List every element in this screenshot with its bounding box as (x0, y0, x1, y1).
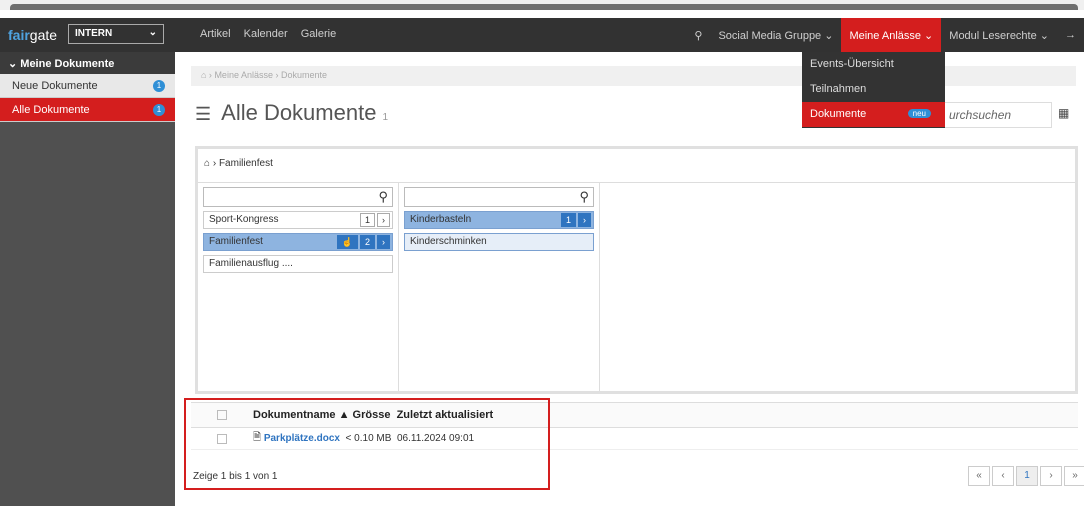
chevron-right-icon[interactable]: › (578, 213, 591, 227)
page-1-button[interactable]: 1 (1016, 466, 1038, 486)
chevron-down-icon: ⌄ (148, 27, 157, 38)
last-page-button[interactable]: » (1064, 466, 1084, 486)
first-page-button[interactable]: « (968, 466, 990, 486)
folder-row[interactable]: Kinderschminken (404, 233, 594, 251)
prev-page-button[interactable]: ‹ (992, 466, 1014, 486)
folder-label: Sport-Kongress (209, 214, 279, 225)
chevron-right-icon[interactable]: › (377, 235, 390, 249)
folder-count: 2 (359, 235, 375, 249)
folder-row[interactable]: Familienfest ☝ 2 › (203, 233, 393, 251)
folder-row[interactable]: Sport-Kongress 1 › (203, 211, 393, 229)
title-strip (10, 4, 1078, 10)
folder-label: Kinderbasteln (410, 214, 472, 225)
logo-b: gate (29, 27, 58, 43)
menu-galerie[interactable]: Galerie (301, 28, 336, 40)
sidebar-item-neue[interactable]: Neue Dokumente 1 (0, 74, 175, 98)
search-icon[interactable]: ⚲ (579, 189, 589, 205)
menu-kalender[interactable]: Kalender (244, 28, 288, 40)
sidebar-title[interactable]: ⌄ Meine Dokumente (0, 52, 175, 74)
search-icon[interactable]: ⚲ (686, 18, 710, 52)
sidebar-item-label: Neue Dokumente (12, 80, 98, 92)
highlight-box (184, 398, 550, 490)
folder-row[interactable]: Familienausflug .... (203, 255, 393, 273)
count-badge: 1 (153, 104, 165, 116)
next-page-button[interactable]: › (1040, 466, 1062, 486)
folder-label: Kinderschminken (410, 236, 487, 247)
search-icon[interactable]: ⚲ (378, 189, 388, 205)
top-nav: fairgate INTERN ⌄ Artikel Kalender Galeri… (0, 18, 1084, 52)
column-search-input[interactable]: ⚲ (404, 187, 594, 207)
explorer-path-text[interactable]: Familienfest (219, 158, 273, 169)
window-top (0, 0, 1084, 10)
sidebar-item-label: Alle Dokumente (12, 104, 90, 116)
nav-modul-leserechte[interactable]: Modul Leserechte ⌄ (941, 18, 1057, 52)
folder-label: Familienausflug .... (209, 258, 293, 269)
pagination: « ‹ 1 › » (968, 466, 1084, 486)
row-controls: 1 › (560, 213, 591, 227)
row-controls: 1 › (359, 213, 390, 227)
logo: fairgate (8, 27, 57, 43)
folder-count: 1 (359, 213, 375, 227)
org-label: INTERN (75, 28, 113, 39)
column-1: ⚲ Sport-Kongress 1 › Familienfest ☝ 2 › Famil… (198, 183, 399, 391)
dropdown-dokumente-label: Dokumente (810, 108, 867, 120)
dropdown-events[interactable]: Events-Übersicht (802, 52, 945, 77)
dropdown-dokumente[interactable]: Dokumente neu (802, 102, 945, 127)
page-title-text: Alle Dokumente (221, 100, 377, 125)
sidebar: ⌄ Meine Dokumente Neue Dokumente 1 Alle D… (0, 52, 175, 506)
menu-artikel[interactable]: Artikel (200, 28, 231, 40)
logo-a: fair (8, 27, 30, 43)
column-2: ⚲ Kinderbasteln 1 › Kinderschminken (399, 183, 600, 391)
dropdown-teilnahmen[interactable]: Teilnahmen (802, 77, 945, 102)
explorer-path: ⌂ › Familienfest (198, 149, 1075, 183)
hand-icon[interactable]: ☝ (336, 235, 358, 249)
folder-row[interactable]: Kinderbasteln 1 › (404, 211, 594, 229)
main-menu: Artikel Kalender Galerie (200, 28, 346, 40)
folder-explorer: ⌂ › Familienfest ⚲ Sport-Kongress 1 › Fami… (195, 146, 1078, 394)
grid-icon[interactable]: ▦ (1058, 106, 1069, 120)
page-title: ☰ Alle Dokumente 1 (195, 100, 388, 126)
folder-count: 1 (560, 213, 576, 227)
meine-anlaesse-dropdown: Events-Übersicht Teilnahmen Dokumente neu (802, 52, 945, 128)
nav-social-media[interactable]: Social Media Gruppe ⌄ (710, 18, 841, 52)
sidebar-item-alle[interactable]: Alle Dokumente 1 (0, 98, 175, 122)
chevron-right-icon[interactable]: › (377, 213, 390, 227)
logout-icon[interactable]: → (1057, 18, 1084, 52)
new-badge: neu (907, 109, 931, 118)
column-search-input[interactable]: ⚲ (203, 187, 393, 207)
sidebar-title-label: Meine Dokumente (20, 58, 115, 70)
row-controls: ☝ 2 › (336, 235, 390, 249)
search-input[interactable]: urchsuchen (940, 102, 1052, 128)
menu-icon[interactable]: ☰ (195, 104, 211, 124)
breadcrumb-text[interactable]: Meine Anlässe › Dokumente (214, 70, 327, 80)
org-selector[interactable]: INTERN ⌄ (68, 24, 164, 44)
title-count: 1 (382, 112, 389, 123)
count-badge: 1 (153, 80, 165, 92)
folder-label: Familienfest (209, 236, 263, 247)
nav-meine-anlaesse[interactable]: Meine Anlässe ⌄ (841, 18, 942, 52)
nav-right: ⚲ Social Media Gruppe ⌄ Meine Anlässe ⌄ … (686, 18, 1084, 52)
